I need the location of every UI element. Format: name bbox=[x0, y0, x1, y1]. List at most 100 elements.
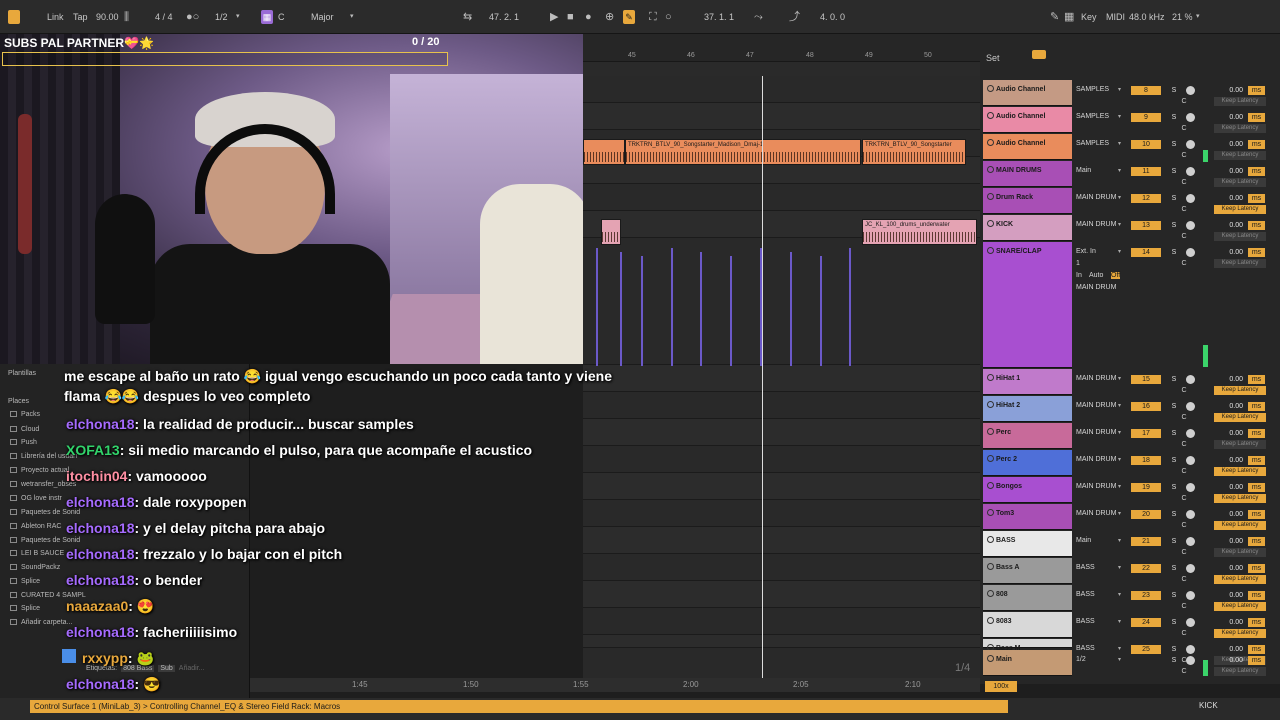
midi-note[interactable] bbox=[820, 256, 822, 366]
track-header[interactable]: Audio Channel bbox=[983, 80, 1072, 106]
output-routing[interactable]: Ext. In bbox=[1076, 248, 1096, 255]
browser-item[interactable]: Añadir carpeta... bbox=[10, 619, 72, 626]
track-volume[interactable]: 0.00 bbox=[1213, 510, 1243, 519]
track-volume[interactable]: 0.00 bbox=[1213, 375, 1243, 384]
monitor-off-button[interactable]: Off bbox=[1111, 272, 1121, 279]
track-volume[interactable]: 0.00 bbox=[1213, 429, 1243, 438]
scale-mode-icon[interactable]: ▦ bbox=[261, 10, 273, 24]
midi-note[interactable] bbox=[641, 256, 643, 366]
solo-button[interactable]: S bbox=[1168, 456, 1180, 465]
keep-latency-toggle[interactable]: Keep Latency bbox=[1214, 440, 1266, 449]
fold-icon[interactable] bbox=[987, 509, 994, 516]
track-header[interactable]: Audio Channel bbox=[983, 134, 1072, 160]
track-volume[interactable]: 0.00 bbox=[1213, 564, 1243, 573]
song-position-field[interactable]: 47. 2. 1 bbox=[489, 10, 519, 24]
crossfade-button[interactable]: C bbox=[1178, 205, 1190, 214]
output-routing[interactable]: BASS bbox=[1076, 645, 1095, 652]
arm-icon[interactable] bbox=[1186, 375, 1195, 384]
fold-icon[interactable] bbox=[987, 374, 994, 381]
track-volume[interactable]: 0.00 bbox=[1213, 456, 1243, 465]
track-number[interactable]: 11 bbox=[1131, 167, 1161, 176]
track-header[interactable]: Drum Rack bbox=[983, 188, 1072, 214]
track-name[interactable]: Audio Channel bbox=[987, 139, 1045, 147]
arm-icon[interactable] bbox=[1186, 113, 1195, 122]
track-name[interactable]: Drum Rack bbox=[987, 193, 1033, 201]
track-number[interactable]: 13 bbox=[1131, 221, 1161, 230]
arrangement-lane[interactable] bbox=[583, 608, 980, 635]
browser-item[interactable]: OG love instr bbox=[10, 495, 62, 502]
arm-icon[interactable] bbox=[1186, 483, 1195, 492]
crossfade-button[interactable]: C bbox=[1178, 440, 1190, 449]
keep-latency-toggle[interactable]: Keep Latency bbox=[1214, 521, 1266, 530]
midi-map-button[interactable]: MIDI bbox=[1106, 10, 1125, 24]
track-number[interactable]: 23 bbox=[1131, 591, 1161, 600]
browser-item[interactable]: Plantillas bbox=[8, 370, 36, 377]
beat-ruler[interactable]: 45 46 47 48 49 50 bbox=[583, 34, 980, 62]
punch-icon[interactable]: ○ bbox=[665, 10, 672, 24]
track-header[interactable]: Main bbox=[983, 650, 1072, 676]
play-icon[interactable]: ▶ bbox=[550, 10, 558, 24]
keep-latency-toggle[interactable]: Keep Latency bbox=[1214, 97, 1266, 106]
fold-icon[interactable] bbox=[987, 590, 994, 597]
input-channel[interactable]: 1 bbox=[1076, 260, 1080, 267]
track-header[interactable]: HiHat 2 bbox=[983, 396, 1072, 422]
track-volume[interactable]: 0.00 bbox=[1213, 618, 1243, 627]
scale-dropdown-icon[interactable]: ▾ bbox=[350, 10, 354, 24]
track-name[interactable]: Perc bbox=[987, 428, 1011, 436]
solo-button[interactable]: S bbox=[1168, 537, 1180, 546]
solo-button[interactable]: S bbox=[1168, 429, 1180, 438]
chat-username[interactable]: elchona18 bbox=[66, 624, 134, 640]
keep-latency-toggle[interactable]: Keep Latency bbox=[1214, 575, 1266, 584]
arm-icon[interactable] bbox=[1186, 564, 1195, 573]
crossfade-button[interactable]: C bbox=[1178, 413, 1190, 422]
chat-username[interactable]: elchona18 bbox=[66, 676, 134, 692]
routing-dropdown-icon[interactable]: ▾ bbox=[1118, 510, 1121, 517]
arrangement-lane[interactable] bbox=[583, 365, 980, 392]
arrangement-lane[interactable] bbox=[583, 527, 980, 554]
arrangement-lane[interactable] bbox=[583, 554, 980, 581]
record-icon[interactable]: ● bbox=[585, 10, 592, 24]
arrangement-lane[interactable] bbox=[583, 648, 980, 680]
view-toggle-button[interactable] bbox=[8, 10, 20, 24]
track-header[interactable]: 8083 bbox=[983, 612, 1072, 638]
scale-select[interactable]: Major bbox=[311, 10, 334, 24]
track-number[interactable]: 22 bbox=[1131, 564, 1161, 573]
track-name[interactable]: 8083 bbox=[987, 617, 1012, 625]
routing-dropdown-icon[interactable]: ▾ bbox=[1118, 402, 1121, 409]
fold-icon[interactable] bbox=[987, 655, 994, 662]
midi-note[interactable] bbox=[849, 248, 851, 366]
track-header[interactable]: HiHat 1 bbox=[983, 369, 1072, 395]
chat-username[interactable]: elchona18 bbox=[66, 416, 134, 432]
cpu-dropdown-icon[interactable]: ▾ bbox=[1196, 10, 1200, 24]
track-name[interactable]: Audio Channel bbox=[987, 112, 1045, 120]
track-number[interactable]: 17 bbox=[1131, 429, 1161, 438]
browser-item[interactable]: Cloud bbox=[10, 426, 39, 433]
fold-icon[interactable] bbox=[987, 428, 994, 435]
track-name[interactable]: HiHat 2 bbox=[987, 401, 1020, 409]
crossfade-button[interactable]: C bbox=[1178, 667, 1190, 676]
track-header[interactable]: SNARE/CLAP bbox=[983, 242, 1072, 368]
keyboard-icon[interactable]: ▦ bbox=[1064, 10, 1074, 24]
arm-icon[interactable] bbox=[1186, 402, 1195, 411]
output-routing[interactable]: MAIN DRUM bbox=[1076, 510, 1116, 517]
output-routing[interactable]: Main bbox=[1076, 167, 1091, 174]
output-routing[interactable]: MAIN DRUM bbox=[1076, 483, 1116, 490]
routing-dropdown-icon[interactable]: ▾ bbox=[1118, 618, 1121, 625]
draw-mode-icon[interactable]: ✎ bbox=[623, 10, 635, 24]
routing-dropdown-icon[interactable]: ▾ bbox=[1118, 86, 1121, 93]
crossfade-button[interactable]: C bbox=[1178, 178, 1190, 187]
output-routing[interactable]: SAMPLES bbox=[1076, 113, 1109, 120]
track-name[interactable]: Audio Channel bbox=[987, 85, 1045, 93]
routing-dropdown-icon[interactable]: ▾ bbox=[1118, 564, 1121, 571]
keep-latency-toggle[interactable]: Keep Latency bbox=[1214, 151, 1266, 160]
chat-username[interactable]: elchona18 bbox=[66, 494, 134, 510]
output-routing[interactable]: MAIN DRUM bbox=[1076, 429, 1116, 436]
browser-item[interactable]: Push bbox=[10, 439, 37, 446]
fold-icon[interactable] bbox=[987, 455, 994, 462]
keep-latency-toggle[interactable]: Keep Latency bbox=[1214, 413, 1266, 422]
keep-latency-toggle[interactable]: Keep Latency bbox=[1214, 178, 1266, 187]
zoom-field[interactable]: 100x bbox=[985, 681, 1017, 692]
fold-icon[interactable] bbox=[987, 112, 994, 119]
fold-icon[interactable] bbox=[987, 220, 994, 227]
routing-dropdown-icon[interactable]: ▾ bbox=[1118, 483, 1121, 490]
